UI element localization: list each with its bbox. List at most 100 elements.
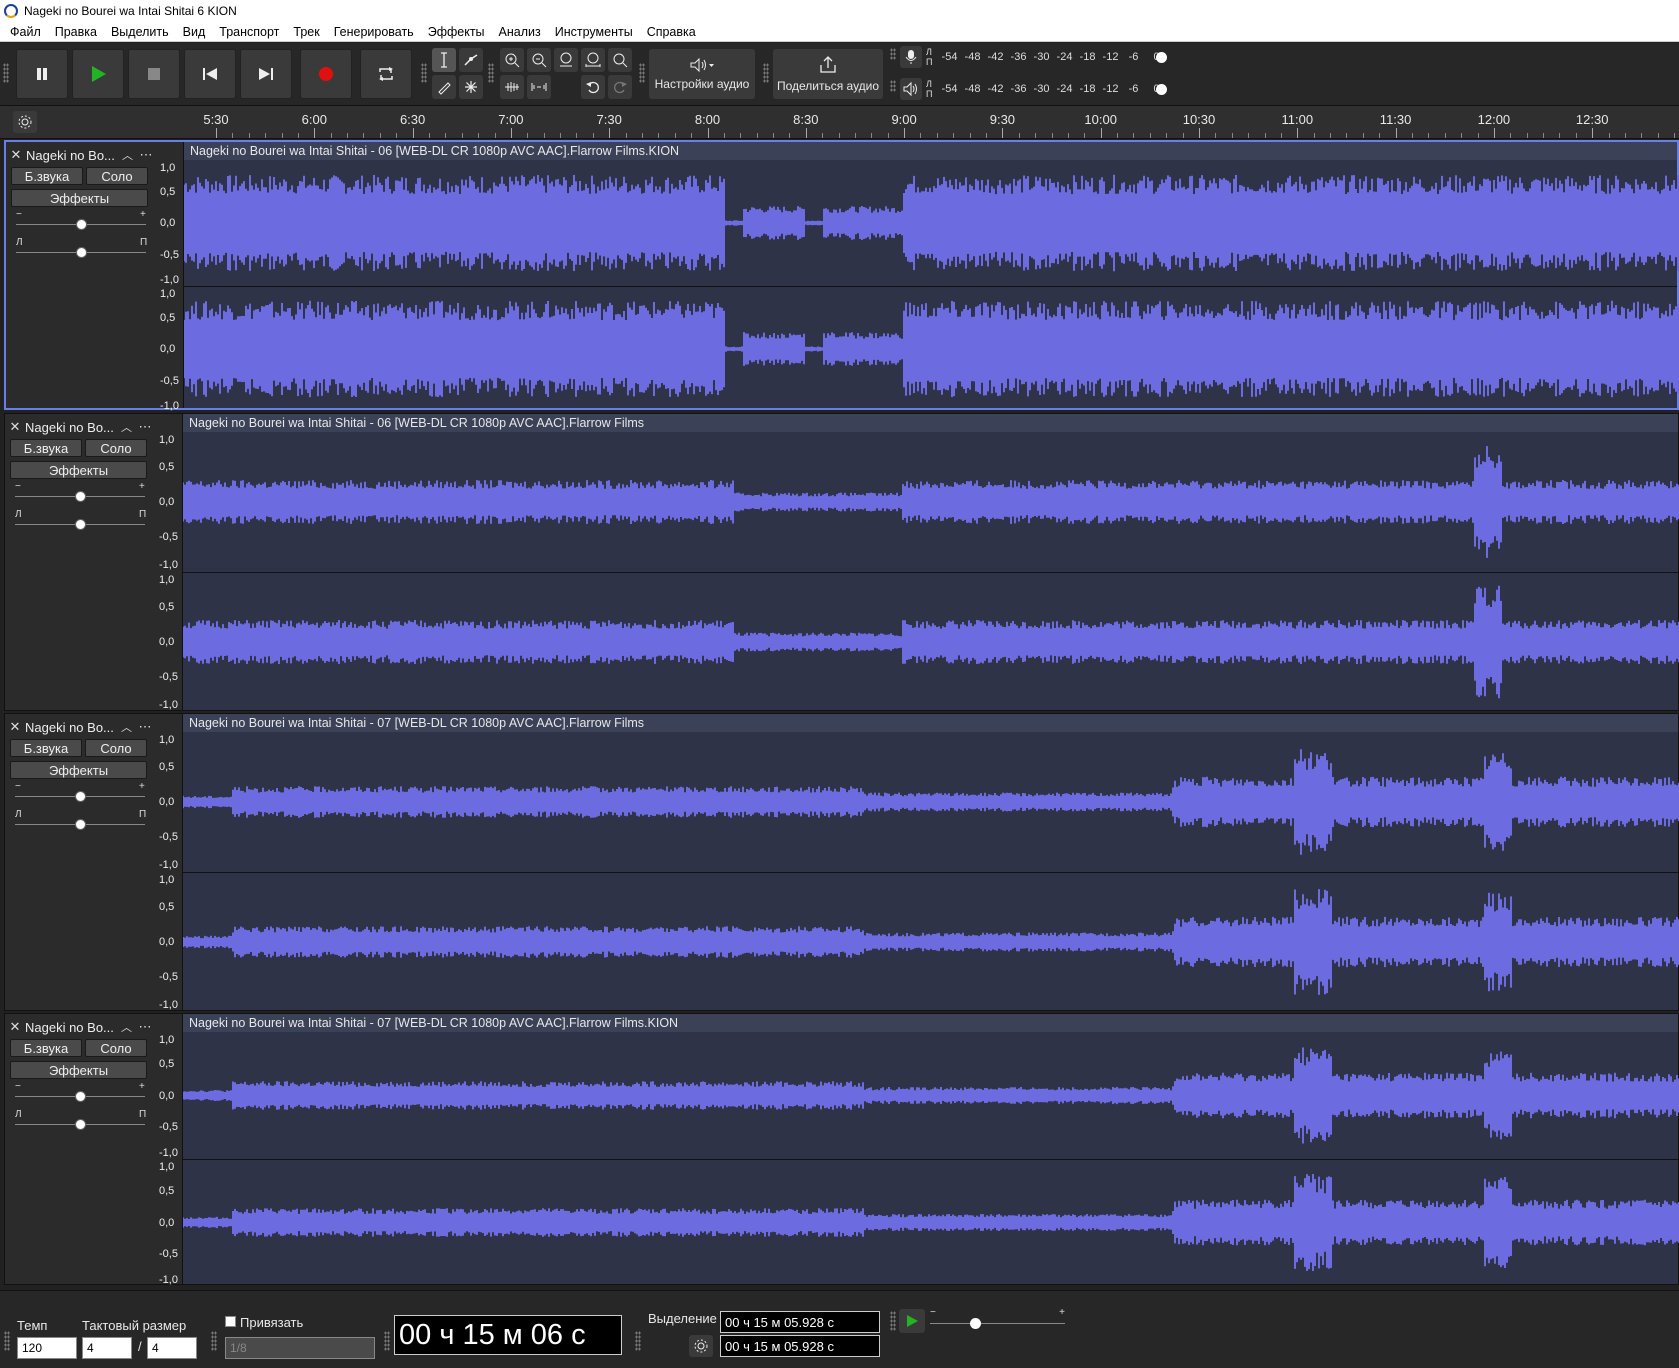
menu-tracks[interactable]: Трек (286, 25, 326, 39)
collapse-track-icon[interactable]: ︿ (121, 419, 135, 435)
audio-setup-grip[interactable] (639, 63, 645, 83)
playback-meter[interactable]: Л П -54 -48 -42 -36 -30 -24 -18 -12 -6 0 (926, 77, 1167, 101)
position-time-display[interactable]: 00 ч 15 м 06 с (394, 1315, 622, 1355)
solo-button[interactable]: Соло (85, 739, 147, 757)
fit-selection-button[interactable] (554, 48, 578, 72)
timeline-settings-button[interactable] (13, 111, 37, 133)
pan-knob[interactable] (75, 819, 86, 830)
zoom-out-button[interactable] (527, 48, 551, 72)
selection-grip[interactable] (635, 1331, 641, 1351)
selection-end-display[interactable]: 00 ч 15 м 05.928 с (720, 1335, 880, 1357)
gain-slider[interactable]: − + (15, 781, 145, 803)
multi-tool-button[interactable] (459, 75, 483, 99)
timeline-ruler[interactable]: 5:30 6:00 6:30 7:00 7:30 8:00 8:30 9:00 9:30 10:0… (0, 106, 1679, 139)
channel-waveform[interactable] (183, 160, 1679, 286)
selection-tool-button[interactable] (432, 48, 456, 72)
record-meter-grip[interactable] (890, 48, 896, 60)
close-track-icon[interactable]: ✕ (6, 147, 26, 163)
vertical-scale[interactable]: 1,0 0,5 0,0 -0,5 -1,0 1,0 0,5 0,0 -0,5 -1,0 (156, 142, 184, 412)
solo-button[interactable]: Соло (85, 1039, 147, 1057)
snap-checkbox[interactable] (225, 1316, 236, 1327)
undo-button[interactable] (581, 75, 605, 99)
clip-name[interactable]: Nageki no Bourei wa Intai Shitai - 07 [W… (183, 714, 1678, 732)
audio-track[interactable]: ✕ Nageki no Bo... ︿ ⋯ Б.звука Соло Эффекты − + Л П… (4, 713, 1679, 1011)
mute-button[interactable]: Б.звука (10, 1039, 82, 1057)
channel-waveform[interactable] (183, 286, 1679, 412)
channel-waveform[interactable] (182, 1159, 1679, 1286)
silence-audio-button[interactable] (527, 75, 551, 99)
vertical-scale[interactable]: 1,0 0,5 0,0 -0,5 -1,0 1,0 0,5 0,0 -0,5 -1,0 (155, 714, 183, 1011)
collapse-track-icon[interactable]: ︿ (121, 1019, 135, 1035)
track-menu-icon[interactable]: ⋯ (135, 1019, 155, 1035)
mute-button[interactable]: Б.звука (10, 439, 82, 457)
vertical-scale[interactable]: 1,0 0,5 0,0 -0,5 -1,0 1,0 0,5 0,0 -0,5 -1,0 (155, 414, 183, 711)
gain-knob[interactable] (75, 491, 86, 502)
track-control-panel[interactable]: ✕ Nageki no Bo... ︿ ⋯ Б.звука Соло Эффекты − + Л П (6, 142, 156, 408)
close-track-icon[interactable]: ✕ (5, 1019, 25, 1035)
time-sig-denominator-select[interactable]: 4 (147, 1337, 197, 1359)
play-at-speed-grip[interactable] (890, 1311, 896, 1331)
menu-effects[interactable]: Эффекты (421, 25, 492, 39)
play-button[interactable] (72, 49, 124, 99)
collapse-track-icon[interactable]: ︿ (121, 719, 135, 735)
mute-button[interactable]: Б.звука (11, 167, 83, 185)
menu-analyze[interactable]: Анализ (492, 25, 548, 39)
channel-waveform[interactable] (182, 1032, 1679, 1159)
channel-waveform[interactable] (182, 732, 1679, 872)
track-name[interactable]: Nageki no Bo... (25, 720, 121, 735)
play-at-speed-button[interactable] (899, 1309, 925, 1333)
menu-help[interactable]: Справка (640, 25, 703, 39)
pan-knob[interactable] (75, 1119, 86, 1130)
effects-button[interactable]: Эффекты (10, 761, 147, 779)
play-meter-grip[interactable] (890, 80, 896, 92)
track-control-panel[interactable]: ✕ Nageki no Bo... ︿ ⋯ Б.звука Соло Эффекты − + Л П (5, 714, 155, 1010)
fit-project-button[interactable] (581, 48, 605, 72)
clip-area[interactable]: Nageki no Bourei wa Intai Shitai - 07 [W… (182, 714, 1679, 1010)
draw-tool-button[interactable] (432, 75, 456, 99)
solo-button[interactable]: Соло (86, 167, 148, 185)
snap-grip[interactable] (211, 1331, 217, 1351)
menu-view[interactable]: Вид (176, 25, 213, 39)
clip-area[interactable]: Nageki no Bourei wa Intai Shitai - 06 [W… (183, 142, 1679, 408)
record-button[interactable] (300, 49, 352, 99)
speed-slider-knob[interactable] (970, 1318, 981, 1329)
playback-level-knob[interactable] (1156, 83, 1167, 95)
mute-button[interactable]: Б.звука (10, 739, 82, 757)
tools-grip[interactable] (421, 63, 427, 83)
pan-knob[interactable] (76, 247, 87, 258)
skip-to-start-button[interactable] (184, 49, 236, 99)
audio-track[interactable]: ✕ Nageki no Bo... ︿ ⋯ Б.звука Соло Эффекты − + Л П… (4, 413, 1679, 711)
record-level-knob[interactable] (1156, 51, 1167, 63)
pan-slider[interactable]: ЛП (15, 509, 146, 531)
gain-slider[interactable]: − + (16, 209, 146, 231)
track-name[interactable]: Nageki no Bo... (25, 1020, 121, 1035)
share-audio-button[interactable]: Поделиться аудио (773, 49, 883, 99)
close-track-icon[interactable]: ✕ (5, 719, 25, 735)
time-sig-numerator-input[interactable]: 4 (82, 1337, 132, 1359)
track-control-panel[interactable]: ✕ Nageki no Bo... ︿ ⋯ Б.звука Соло Эффекты − + Л П (5, 1014, 155, 1284)
edit-grip[interactable] (488, 63, 494, 83)
selection-start-display[interactable]: 00 ч 15 м 05.928 с (720, 1311, 880, 1333)
selection-settings-button[interactable] (689, 1335, 713, 1357)
skip-to-end-button[interactable] (240, 49, 292, 99)
track-name[interactable]: Nageki no Bo... (25, 420, 121, 435)
pause-button[interactable] (16, 49, 68, 99)
gain-slider[interactable]: − + (15, 481, 145, 503)
loop-button[interactable] (360, 49, 412, 99)
menu-generate[interactable]: Генерировать (327, 25, 421, 39)
channel-waveform[interactable] (182, 572, 1679, 712)
track-menu-icon[interactable]: ⋯ (136, 147, 156, 163)
solo-button[interactable]: Соло (85, 439, 147, 457)
playback-speed-slider[interactable]: − + (930, 1307, 1065, 1333)
trim-audio-button[interactable] (500, 75, 524, 99)
collapse-track-icon[interactable]: ︿ (122, 147, 136, 163)
clip-name[interactable]: Nageki no Bourei wa Intai Shitai - 07 [W… (183, 1014, 1678, 1032)
vertical-scale[interactable]: 1,0 0,5 0,0 -0,5 -1,0 1,0 0,5 0,0 -0,5 -1,0 (155, 1014, 183, 1286)
envelope-tool-button[interactable] (459, 48, 483, 72)
pan-slider[interactable]: ЛП (16, 237, 147, 259)
toolbar-grip[interactable] (3, 63, 9, 83)
clip-name[interactable]: Nageki no Bourei wa Intai Shitai - 06 [W… (184, 142, 1677, 160)
track-menu-icon[interactable]: ⋯ (135, 719, 155, 735)
stop-button[interactable] (128, 49, 180, 99)
close-track-icon[interactable]: ✕ (5, 419, 25, 435)
